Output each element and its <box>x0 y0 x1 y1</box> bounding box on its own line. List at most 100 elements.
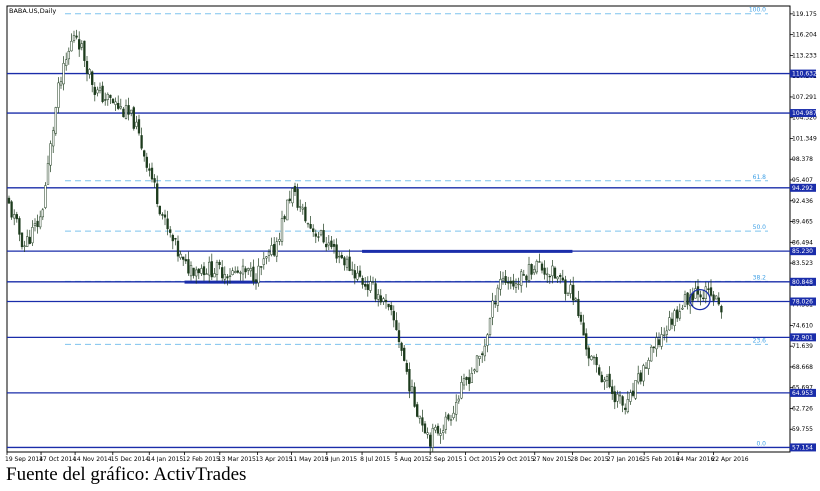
candle-bull <box>499 279 502 290</box>
candle-bull <box>189 265 193 277</box>
candle-bear <box>158 205 161 215</box>
candle-bear <box>364 283 367 287</box>
candle-bull <box>119 106 122 109</box>
x-axis-tick-label: 19 Sep 2014 <box>5 456 43 462</box>
candle-bull <box>57 82 60 108</box>
candle-bull <box>634 380 637 399</box>
candle-bear <box>543 267 546 275</box>
candle-bear <box>218 261 221 265</box>
candle-bull <box>65 59 68 66</box>
candle-bear <box>613 391 616 403</box>
candle-bull <box>41 209 44 218</box>
candle-bull <box>247 268 250 271</box>
candle-bull <box>13 214 16 219</box>
candle-bear <box>184 259 187 262</box>
x-axis-tick-label: 14 Jan 2015 <box>147 456 183 462</box>
level-value-label: 72.901 <box>792 334 813 341</box>
x-axis-tick-label: 28 Dec 2015 <box>570 456 609 462</box>
candle-bull <box>488 318 492 336</box>
candle-bear <box>348 256 351 271</box>
candle-bear <box>657 339 661 345</box>
candle-bull <box>491 300 494 318</box>
fibonacci-level-label: 38.2 <box>753 274 767 281</box>
fibonacci-level-label: 61.8 <box>753 174 767 181</box>
candle-bull <box>655 337 658 350</box>
candle-bear <box>288 198 291 201</box>
candle-bear <box>78 39 81 50</box>
candle-bull <box>52 130 55 147</box>
candle-bull <box>291 188 294 204</box>
candle-bear <box>210 261 213 278</box>
candle-bear <box>395 320 398 331</box>
candle-bear <box>374 283 377 300</box>
candle-bear <box>187 259 190 274</box>
candle-bear <box>421 417 424 426</box>
candle-bull <box>72 35 76 41</box>
y-axis-tick-label: 68.668 <box>792 364 813 371</box>
candle-bear <box>330 240 333 248</box>
x-axis-tick-label: 24 Mar 2016 <box>676 456 714 462</box>
chart-title: BABA.US,Daily <box>9 7 56 15</box>
candle-bear <box>127 105 130 115</box>
candle-bear <box>720 305 723 313</box>
x-axis-tick-label: 5 Aug 2015 <box>394 456 429 462</box>
candle-bear <box>18 218 21 235</box>
candle-bull <box>228 275 232 277</box>
candle-bear <box>699 294 702 298</box>
candle-bear <box>7 197 11 204</box>
candle-bear <box>161 214 164 216</box>
candle-bull <box>67 51 70 60</box>
y-axis-tick-label: 113.233 <box>792 52 817 59</box>
candle-bull <box>452 412 455 418</box>
candle-bull <box>351 269 354 271</box>
candle-bear <box>93 86 96 95</box>
candle-bear <box>572 284 575 301</box>
candle-bear <box>577 298 580 317</box>
candle-bear <box>413 386 416 407</box>
candle-bear <box>611 386 614 394</box>
candle-bear <box>621 396 624 406</box>
x-axis-tick-label: 9 Jun 2015 <box>325 456 357 462</box>
candle-bear <box>137 119 141 134</box>
candle-bull <box>426 432 429 435</box>
candle-bear <box>111 98 115 104</box>
x-axis-tick-label: 22 Apr 2016 <box>711 456 748 462</box>
candle-bear <box>226 276 229 279</box>
y-axis-tick-label: 92.436 <box>792 198 813 205</box>
candle-bull <box>444 416 447 430</box>
candle-bull <box>418 415 421 419</box>
candle-bull <box>70 40 73 52</box>
candle-bull <box>88 69 91 75</box>
candle-bear <box>429 434 432 447</box>
candle-bear <box>579 314 583 322</box>
candle-bear <box>343 257 346 266</box>
candle-bull <box>301 207 304 210</box>
candle-bear <box>156 183 159 205</box>
candle-bear <box>236 270 239 273</box>
candle-bear <box>553 267 557 279</box>
candle-bear <box>504 276 507 283</box>
candle-bear <box>598 367 601 375</box>
candle-bull <box>223 274 226 280</box>
candle-bull <box>517 283 520 286</box>
candle-bear <box>639 372 642 382</box>
candle-bull <box>345 258 349 268</box>
candle-bear <box>244 268 247 273</box>
candle-bear <box>176 240 180 257</box>
candle-bear <box>400 342 403 351</box>
candle-bear <box>202 266 206 276</box>
candle-bear <box>169 229 172 233</box>
candle-bear <box>361 277 364 285</box>
candle-bull <box>200 268 203 274</box>
candle-bear <box>148 168 151 171</box>
candle-bear <box>585 333 588 350</box>
candle-bear <box>143 150 146 157</box>
candle-bull <box>135 121 138 127</box>
candle-bull <box>616 393 619 402</box>
candle-bull <box>590 355 593 361</box>
candle-bear <box>561 277 564 281</box>
candle-bull <box>486 334 489 346</box>
candle-bull <box>551 265 554 277</box>
candle-bull <box>44 185 47 208</box>
level-value-label: 85.230 <box>792 248 813 255</box>
